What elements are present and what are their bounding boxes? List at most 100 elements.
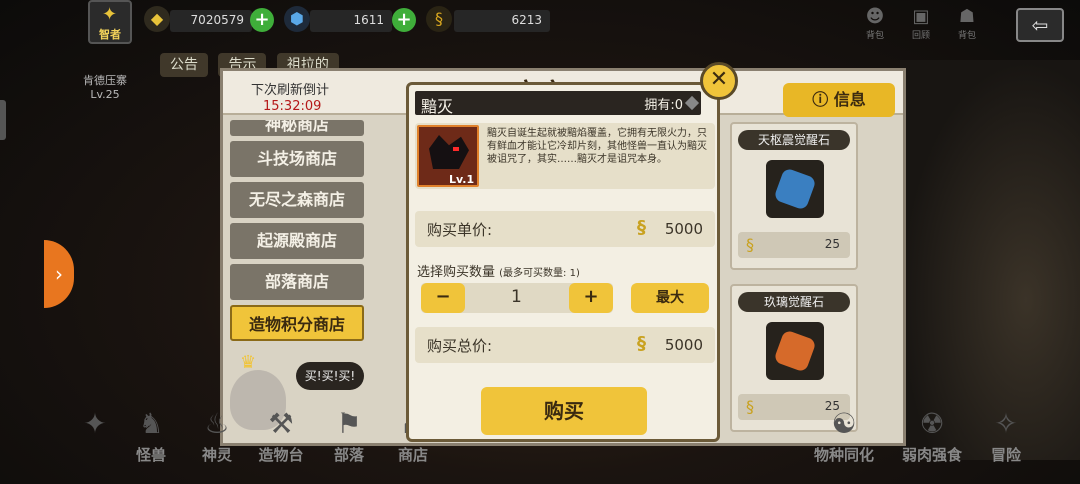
bag-icon: ☗ xyxy=(958,6,976,27)
top-icon-group: ☻ 背包 ▣ 回顾 ☗ 背包 xyxy=(858,6,984,42)
player-avatar[interactable]: ✦ 智者 xyxy=(88,0,132,44)
token-icon: § xyxy=(637,217,646,238)
mail-label: 背包 xyxy=(865,31,884,41)
info-label: 信息 xyxy=(833,90,866,109)
add-gem-button[interactable]: + xyxy=(392,8,416,32)
quantity-label: 选择购买数量 (最多可买数量: 1) xyxy=(417,261,580,280)
diamond-icon xyxy=(684,95,700,111)
tab-creation-points-shop[interactable]: 造物积分商店 xyxy=(230,305,364,341)
monster-eye xyxy=(453,147,459,151)
nav-item-assimilation[interactable]: ☯ 物种同化 xyxy=(804,404,884,465)
quantity-hint: (最多可买数量: 1) xyxy=(499,268,580,279)
bag-button[interactable]: ☗ 背包 xyxy=(950,6,984,42)
replay-button[interactable]: ▣ 回顾 xyxy=(904,6,938,42)
unit-price-value: 5000 xyxy=(664,220,703,238)
monster-level: Lv.1 xyxy=(449,173,475,186)
nav-item-workshop[interactable]: ⚒ 造物台 xyxy=(246,404,316,465)
compass-icon: ✧ xyxy=(994,407,1018,440)
item-image xyxy=(766,160,824,218)
player-title: 肯德压寨 Lv.25 xyxy=(70,74,140,102)
back-arrow-icon: ⇦ xyxy=(1031,13,1049,37)
item-description-box: Lv.1 黯灭自诞生起就被黯焰覆盖，它拥有无限火力，只有鲜血才能让它冷却片刻，其… xyxy=(415,123,715,189)
token-icon: § xyxy=(426,6,452,32)
lightbulb-icon: ✦ xyxy=(102,4,118,25)
refresh-label: 下次刷新倒计 xyxy=(251,83,330,98)
nav-item-adventure[interactable]: ✧ 冒险 xyxy=(972,404,1040,465)
tab-arena-shop[interactable]: 斗技场商店 xyxy=(230,141,364,177)
max-quantity-button[interactable]: 最大 xyxy=(631,283,709,313)
item-price-value: 25 xyxy=(824,237,840,251)
player-title-name: 肯德压寨 xyxy=(83,74,127,87)
close-icon: ✕ xyxy=(709,67,729,92)
total-price-label: 购买总价: xyxy=(427,337,493,355)
buy-button[interactable]: 购买 xyxy=(481,387,647,435)
nav-item-tribe[interactable]: ⚑ 部落 xyxy=(314,404,384,465)
nav-label: 怪兽 xyxy=(135,446,166,464)
nav-label: 物种同化 xyxy=(813,446,874,464)
nav-item-spirits[interactable]: ♨ 神灵 xyxy=(182,404,252,465)
bag-label: 背包 xyxy=(957,31,976,41)
monster-portrait: Lv.1 xyxy=(417,125,479,187)
tab-origin-hall-shop[interactable]: 起源殿商店 xyxy=(230,223,364,259)
player-level: Lv.25 xyxy=(90,88,120,101)
token-icon: § xyxy=(746,235,754,254)
workshop-icon: ⚒ xyxy=(268,407,294,440)
gold-icon: ◆ xyxy=(144,6,170,32)
nav-item-monsters[interactable]: ♞ 怪兽 xyxy=(116,404,186,465)
info-button[interactable]: ⓘ 信息 xyxy=(783,83,895,117)
purchase-dialog: 黯灭 拥有:0 Lv.1 黯灭自诞生起就被黯焰覆盖，它拥有无限火力，只有鲜血才能… xyxy=(406,82,720,442)
gold-counter: 7020579 xyxy=(170,10,252,32)
item-title: 黯灭 xyxy=(421,97,454,116)
background-scenery xyxy=(900,60,1080,460)
mail-icon: ☻ xyxy=(865,6,885,27)
nav-label: 冒险 xyxy=(990,446,1021,464)
item-price: § 25 xyxy=(738,232,850,258)
gem-counter: 1611 xyxy=(310,10,392,32)
total-price-row: 购买总价: § 5000 xyxy=(415,327,715,363)
player-rank: 智者 xyxy=(99,28,121,41)
monster-icon: ♞ xyxy=(138,407,164,440)
announce-tab-1[interactable]: 公告 xyxy=(160,53,208,77)
awakening-stone-icon xyxy=(773,329,817,373)
awakening-stone-icon xyxy=(773,167,817,211)
gem-icon: ⬢ xyxy=(284,6,310,32)
gold-value: 7020579 xyxy=(190,13,244,27)
total-price-value: 5000 xyxy=(664,336,703,354)
replay-icon: ▣ xyxy=(912,6,930,27)
shop-item-card[interactable]: 天枢震觉醒石 § 25 xyxy=(730,122,858,270)
tribe-icon: ⚑ xyxy=(336,407,362,440)
dialog-header: 黯灭 拥有:0 xyxy=(415,91,701,116)
monster-icon xyxy=(429,135,469,169)
spirit-icon: ♨ xyxy=(204,407,230,440)
tab-endless-forest-shop[interactable]: 无尽之森商店 xyxy=(230,182,364,218)
add-gold-button[interactable]: + xyxy=(250,8,274,32)
gem-value: 1611 xyxy=(353,13,384,27)
nav-item-survival[interactable]: ☢ 弱肉强食 xyxy=(892,404,972,465)
left-edge-handle[interactable] xyxy=(0,100,6,140)
item-image xyxy=(766,322,824,380)
unit-price-row: 购买单价: § 5000 xyxy=(415,211,715,247)
refresh-timer: 15:32:09 xyxy=(263,99,322,114)
item-name: 天枢震觉醒石 xyxy=(738,130,850,150)
item-description: 黯灭自诞生起就被黯焰覆盖，它拥有无限火力，只有鲜血才能让它冷却片刻，其他怪兽一直… xyxy=(487,128,707,165)
item-name: 玖璃觉醒石 xyxy=(738,292,850,312)
owned-count: 拥有:0 xyxy=(644,98,683,113)
decrease-quantity-button[interactable]: − xyxy=(421,283,465,313)
top-resource-bar: ✦ 智者 ◆ 7020579 + ⬢ 1611 + § 6213 ☻ 背包 ▣ … xyxy=(0,0,1080,44)
close-dialog-button[interactable]: ✕ xyxy=(700,62,738,100)
tab-tribe-shop[interactable]: 部落商店 xyxy=(230,264,364,300)
nav-label: 部落 xyxy=(333,446,364,464)
token-value: 6213 xyxy=(511,13,542,27)
nav-label: 商店 xyxy=(397,446,428,464)
quantity-stepper: − 1 + xyxy=(421,283,613,313)
mail-button[interactable]: ☻ 背包 xyxy=(858,6,892,42)
survival-icon: ☢ xyxy=(919,407,945,440)
mascot-speech-bubble: 买!买!买! xyxy=(296,362,364,390)
quantity-value: 1 xyxy=(511,287,522,307)
back-button[interactable]: ⇦ xyxy=(1016,8,1064,42)
token-icon: § xyxy=(637,333,646,354)
tab-mystery-shop[interactable]: 神秘商店 xyxy=(230,120,364,136)
unit-price-label: 购买单价: xyxy=(427,221,493,239)
increase-quantity-button[interactable]: + xyxy=(569,283,613,313)
assimilation-icon: ☯ xyxy=(831,407,857,440)
